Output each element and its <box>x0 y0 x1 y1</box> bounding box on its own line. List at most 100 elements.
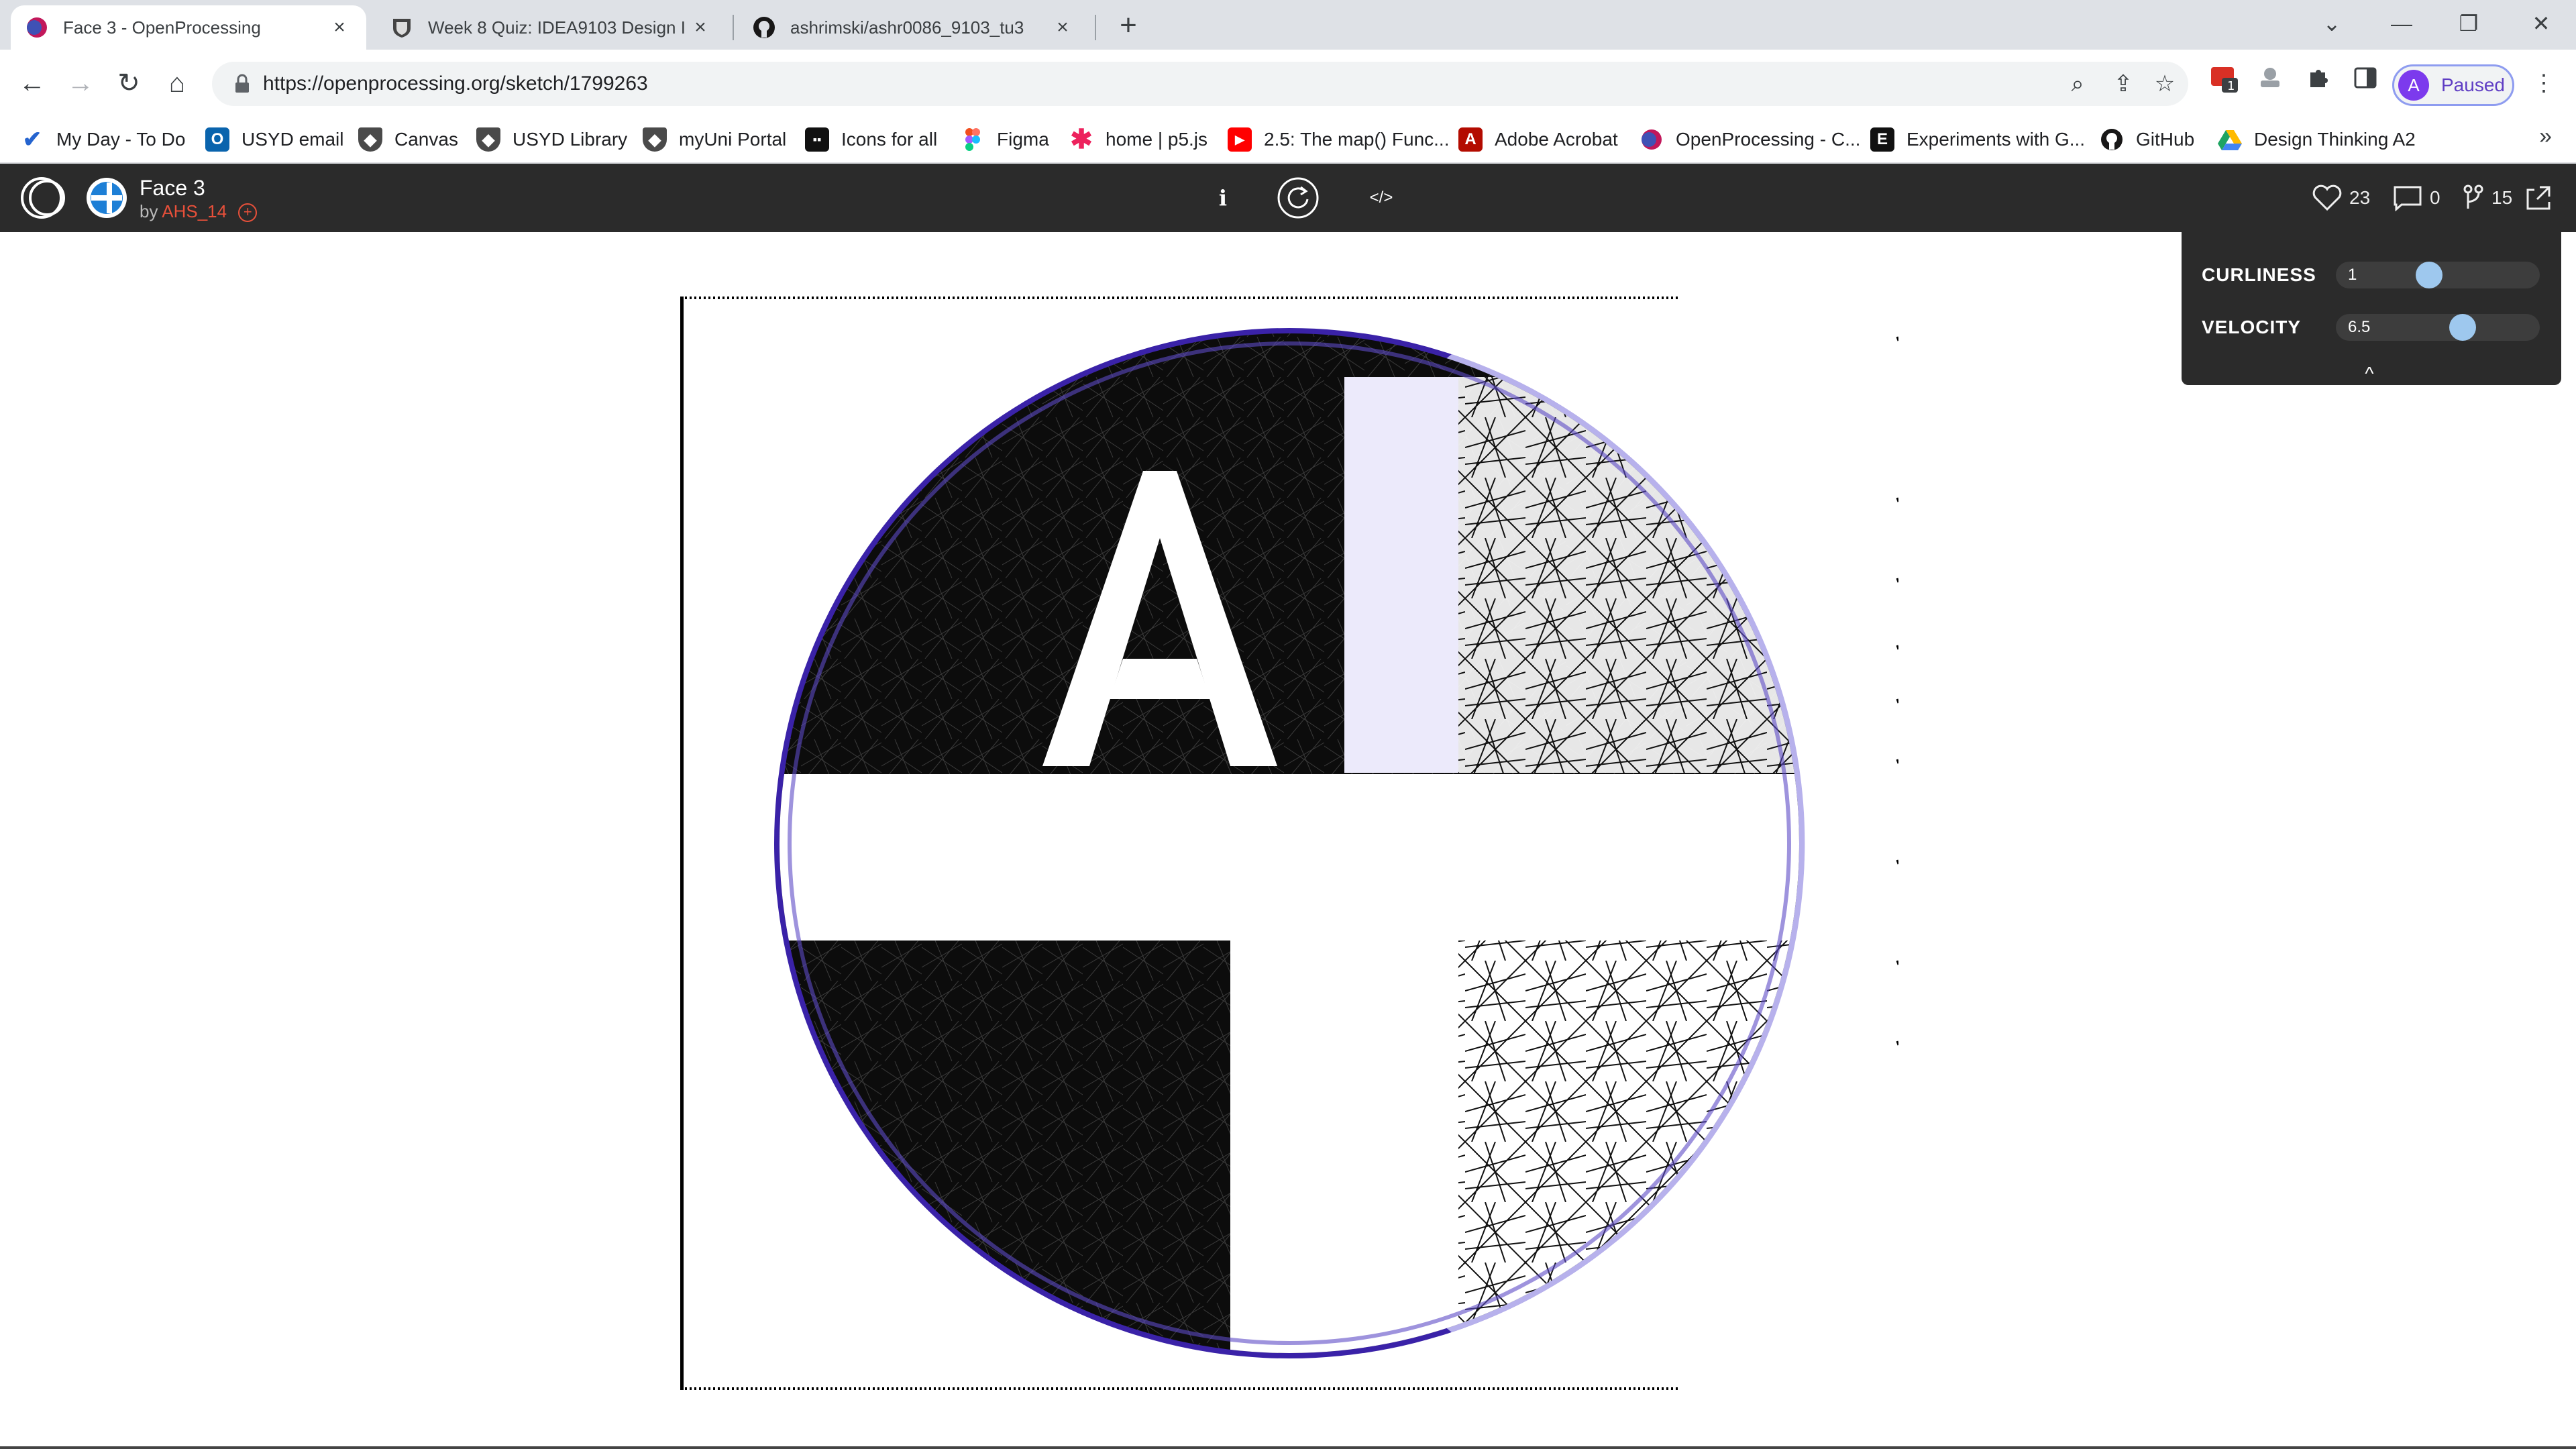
sketch-title: Face 3 <box>140 176 205 200</box>
bookmark-label: GitHub <box>2136 129 2195 150</box>
bookmark-usyd-library[interactable]: ◆ USYD Library <box>476 115 627 164</box>
close-tab-icon[interactable]: × <box>327 15 352 40</box>
forks-button[interactable]: 15 <box>2462 164 2512 232</box>
zoom-icon[interactable]: ⌕ <box>2062 68 2093 99</box>
back-button[interactable]: ← <box>13 64 51 102</box>
restart-button[interactable] <box>1275 164 1322 232</box>
bookmark-label: OpenProcessing - C... <box>1676 129 1861 150</box>
letter-a-crossbar <box>1110 659 1210 699</box>
tab-github[interactable]: ashrimski/ashr0086_9103_tu3 × <box>738 5 1089 50</box>
share-icon[interactable]: ⇪ <box>2108 68 2139 99</box>
side-panel-icon[interactable] <box>2347 64 2384 102</box>
comments-button[interactable]: 0 <box>2392 164 2440 232</box>
browser-menu-icon[interactable]: ⋮ <box>2525 64 2563 102</box>
bookmark-label: Icons for all <box>841 129 938 150</box>
bookmark-openprocessing[interactable]: OpenProcessing - C... <box>1640 115 1860 164</box>
bookmark-figma[interactable]: Figma <box>961 115 1049 164</box>
tab-separator <box>733 15 734 40</box>
bookmark-map-function[interactable]: ▶ 2.5: The map() Func... <box>1228 115 1450 164</box>
bookmark-p5js[interactable]: ✱ home | p5.js <box>1069 115 1208 164</box>
comments-count: 0 <box>2430 187 2440 208</box>
bookmark-myuni-portal[interactable]: ◆ myUni Portal <box>643 115 786 164</box>
icons-icon: ▪▪ <box>805 127 829 152</box>
address-bar[interactable]: https://openprocessing.org/sketch/179926… <box>212 62 2188 106</box>
extension-badge: 1 <box>2227 79 2235 93</box>
minimize-button[interactable]: — <box>2381 7 2422 40</box>
extensions-puzzle-icon[interactable] <box>2300 64 2337 102</box>
bookmark-label: USYD Library <box>513 129 628 150</box>
tab-search-chevron-icon[interactable]: ⌄ <box>2312 7 2352 40</box>
sketch-thumbnail-icon <box>87 178 127 218</box>
drive-icon <box>2218 127 2242 152</box>
extension-stamp-icon[interactable] <box>2251 64 2289 102</box>
bookmark-label: USYD email <box>241 129 344 150</box>
sketch-author-line: by AHS_14 + <box>140 201 258 223</box>
share-box-icon <box>2526 186 2551 210</box>
reload-button[interactable]: ↻ <box>110 64 148 102</box>
sketch-canvas[interactable] <box>680 297 1898 1390</box>
close-tab-icon[interactable]: × <box>688 15 712 40</box>
velocity-value: 6.5 <box>2348 318 2371 336</box>
bookmark-icons-for-all[interactable]: ▪▪ Icons for all <box>805 115 937 164</box>
curliness-value: 1 <box>2348 266 2357 284</box>
bookmark-label: 2.5: The map() Func... <box>1264 129 1450 150</box>
lock-icon <box>235 74 249 93</box>
shield-icon: ◆ <box>643 127 667 152</box>
bookmark-label: myUni Portal <box>679 129 787 150</box>
code-view-button[interactable]: </> <box>1358 164 1405 232</box>
curliness-slider-knob[interactable] <box>2416 262 2443 288</box>
sketch-canvas-area[interactable] <box>0 232 2576 1446</box>
tab-separator <box>1095 15 1096 40</box>
info-button[interactable]: i <box>1208 164 1238 232</box>
bookmarks-overflow-button[interactable]: » <box>2539 123 2552 150</box>
bookmark-adobe-acrobat[interactable]: A Adobe Acrobat <box>1458 115 1618 164</box>
velocity-control: VELOCITY 6.5 <box>2202 307 2544 347</box>
new-tab-button[interactable]: + <box>1112 11 1144 43</box>
restore-button[interactable]: ❐ <box>2449 7 2489 40</box>
tab-title: Week 8 Quiz: IDEA9103 Design I <box>428 17 686 38</box>
curliness-slider[interactable]: 1 <box>2336 262 2540 288</box>
bookmark-canvas[interactable]: ◆ Canvas <box>358 115 458 164</box>
todo-check-icon: ✔ <box>22 127 42 152</box>
close-window-button[interactable]: ✕ <box>2521 7 2561 40</box>
tab-openprocessing[interactable]: Face 3 - OpenProcessing × <box>11 5 366 50</box>
window-bottom-edge <box>0 1446 2576 1449</box>
sketch-controls-panel: CURLINESS 1 VELOCITY 6.5 ^ <box>2182 232 2561 385</box>
bookmark-experiments[interactable]: E Experiments with G... <box>1870 115 2085 164</box>
velocity-label: VELOCITY <box>2202 317 2302 337</box>
close-tab-icon[interactable]: × <box>1051 15 1075 40</box>
forward-button[interactable]: → <box>62 64 99 102</box>
acrobat-icon: A <box>1458 127 1483 152</box>
bookmark-my-day[interactable]: ✔ My Day - To Do <box>20 115 186 164</box>
velocity-slider-knob[interactable] <box>2449 314 2476 341</box>
likes-count: 23 <box>2349 187 2371 208</box>
velocity-slider[interactable]: 6.5 <box>2336 314 2540 341</box>
browser-toolbar: ← → ↻ ⌂ https://openprocessing.org/sketc… <box>0 50 2576 115</box>
profile-status: Paused <box>2441 74 2505 95</box>
bookmark-usyd-email[interactable]: O USYD email <box>205 115 343 164</box>
shield-icon: ◆ <box>358 127 382 152</box>
shield-icon: ◆ <box>476 127 500 152</box>
bookmark-github[interactable]: GitHub <box>2100 115 2194 164</box>
follow-plus-icon[interactable]: + <box>238 203 258 223</box>
tab-title: ashrimski/ashr0086_9103_tu3 <box>790 17 1024 38</box>
author-link[interactable]: AHS_14 <box>162 201 227 221</box>
extension-mail-icon[interactable]: 1 <box>2206 64 2243 102</box>
url-text[interactable]: https://openprocessing.org/sketch/179926… <box>263 62 648 106</box>
bookmarks-bar: ✔ My Day - To Do O USYD email ◆ Canvas ◆… <box>0 115 2576 164</box>
bookmark-star-icon[interactable]: ☆ <box>2149 68 2180 99</box>
bookmark-label: Experiments with G... <box>1907 129 2086 150</box>
tab-week8-quiz[interactable]: Week 8 Quiz: IDEA9103 Design I × <box>376 5 727 50</box>
tab-strip: Face 3 - OpenProcessing × Week 8 Quiz: I… <box>0 0 2576 50</box>
like-button[interactable]: 23 <box>2312 164 2370 232</box>
collapse-controls-chevron-icon[interactable]: ^ <box>2349 364 2390 384</box>
openprocessing-logo-icon[interactable] <box>17 176 71 220</box>
fork-icon <box>2463 184 2483 209</box>
profile-button[interactable]: A Paused <box>2392 64 2514 106</box>
avatar: A <box>2398 70 2429 101</box>
share-sketch-button[interactable] <box>2524 164 2560 232</box>
bookmark-design-thinking[interactable]: Design Thinking A2 <box>2218 115 2416 164</box>
comment-icon <box>2394 186 2422 211</box>
home-button[interactable]: ⌂ <box>158 64 196 102</box>
restart-icon <box>1277 177 1319 219</box>
